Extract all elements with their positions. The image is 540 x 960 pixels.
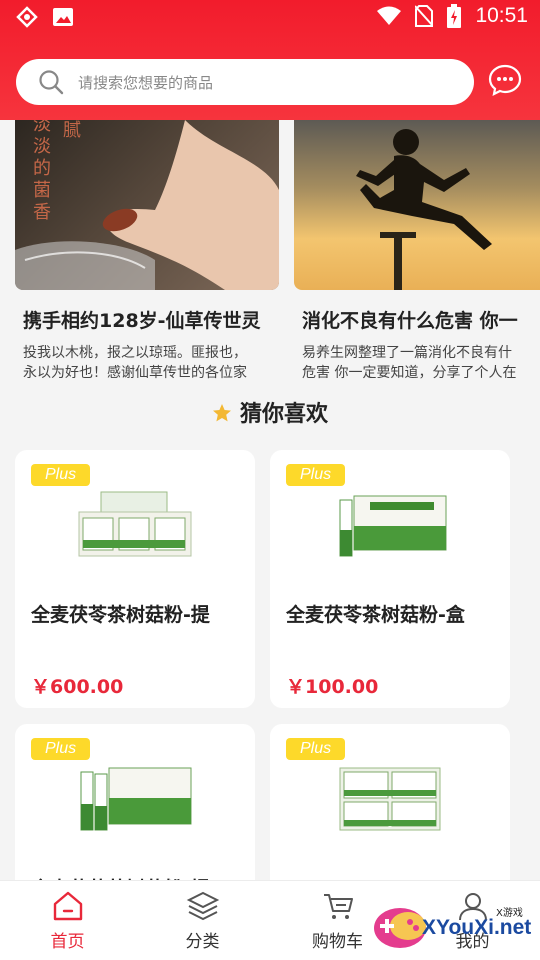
article-image: 腻 淡淡的菌香 [15,120,279,290]
battery-icon [447,4,462,28]
product-card[interactable]: Plus 全麦茯苓茶树菇粉-盒 ￥100.00 [270,450,510,708]
product-price: ￥100.00 [286,676,379,698]
image-icon [53,8,73,26]
cart-icon [323,894,353,919]
search-icon [39,70,64,95]
article-image [294,120,540,290]
product-card[interactable]: Plus 全麦茯苓茶树菇粉-提 ￥600.00 [15,450,255,708]
product-name: 全麦茯苓茶树菇粉-提 [31,604,210,626]
article-desc: 投我以木桃，报之以琼瑶。匪报也， 永以为好也！感谢仙草传世的各位家 [23,345,247,381]
product-image [339,767,441,831]
search-placeholder[interactable]: 请搜索您想要的商品 [78,72,213,93]
plus-badge: Plus [286,738,346,760]
status-time: 10:51 [475,4,528,27]
nav-label: 分类 [185,932,220,952]
message-icon[interactable] [488,63,522,97]
nav-item-category[interactable]: 分类 [135,881,270,960]
gamepad-icon [374,908,426,948]
star-icon [212,404,231,422]
wifi-icon [377,6,402,25]
plus-badge: Plus [31,738,91,760]
product-image [80,767,192,831]
article-title: 消化不良有什么危害 你一 [302,310,518,332]
product-image [78,491,192,557]
search-bar[interactable]: 请搜索您想要的商品 [16,59,474,105]
article-list: 腻 淡淡的菌香 携手相约128岁-仙草传世灵 投我以木桃，报之以琼瑶。匪报也， … [0,120,540,390]
product-card[interactable]: Plus 全麦茯苓茶树菇粉-提 [15,724,255,894]
watermark: X游戏 XYouXi.net [370,890,540,960]
product-price: ￥600.00 [31,676,124,698]
article-desc: 易养生网整理了一篇消化不良有什 危害 你一定要知道，分享了个人在 [302,345,517,381]
product-name: 全麦茯苓茶树菇粉-盒 [286,604,465,626]
location-icon [16,6,38,28]
runner-silhouette [356,129,492,290]
hand-illustration [15,120,279,290]
watermark-text: XYouXi.net [422,916,532,939]
article-card[interactable]: 消化不良有什么危害 你一 易养生网整理了一篇消化不良有什 危害 你一定要知道，分… [294,120,540,383]
product-image [339,495,447,557]
no-sim-icon [415,5,434,27]
nav-item-home[interactable]: 首页 [0,881,135,960]
header: 10:51 请搜索您想要的商品 [0,0,540,120]
product-card[interactable]: Plus [270,724,510,894]
home-icon [53,891,82,921]
section-title: 猜你喜欢 [0,396,540,428]
nav-label: 首页 [50,932,85,952]
article-title: 携手相约128岁-仙草传世灵 [23,310,261,332]
plus-badge: Plus [286,464,346,486]
layers-icon [186,891,219,921]
article-card[interactable]: 腻 淡淡的菌香 携手相约128岁-仙草传世灵 投我以木桃，报之以琼瑶。匪报也， … [15,120,279,383]
status-bar: 10:51 [0,0,540,38]
plus-badge: Plus [31,464,91,486]
